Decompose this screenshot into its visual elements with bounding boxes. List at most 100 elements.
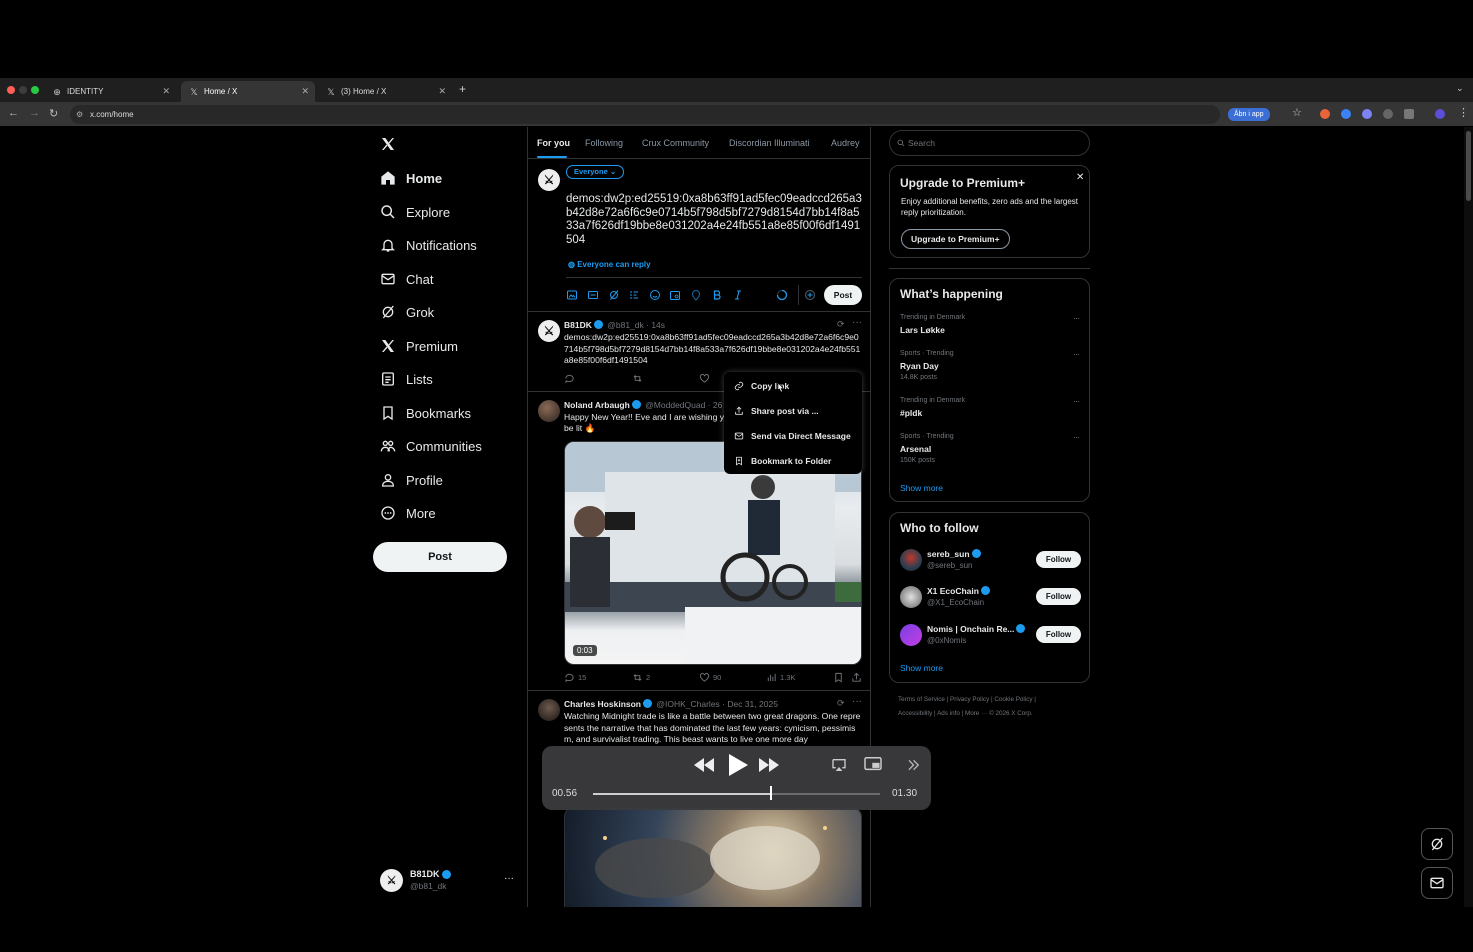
nav-bookmarks[interactable]: Bookmarks: [380, 398, 471, 428]
tab-crux-community[interactable]: Crux Community: [642, 138, 709, 148]
trend-more-icon[interactable]: ···: [1073, 396, 1080, 406]
reply-button[interactable]: [564, 373, 578, 384]
audience-selector[interactable]: Everyone ⌄: [566, 165, 625, 179]
post-author[interactable]: B81DK: [564, 320, 592, 330]
footer-links[interactable]: Terms of Service | Privacy Policy | Cook…: [898, 696, 1036, 703]
post-author[interactable]: Charles Hoskinson: [564, 699, 641, 709]
nav-home[interactable]: Home: [380, 163, 442, 193]
post-handle[interactable]: @ModdedQuad · 26: [645, 400, 722, 410]
trend-more-icon[interactable]: ···: [1073, 313, 1080, 323]
show-more-follow-link[interactable]: Show more: [900, 663, 943, 673]
open-in-app-button[interactable]: Åbn i app: [1228, 108, 1270, 121]
bookmark-to-folder-menu-item[interactable]: Bookmark to Folder: [724, 448, 862, 473]
new-tab-button[interactable]: +: [459, 82, 466, 96]
reply-button[interactable]: 15: [564, 672, 586, 683]
chevron-right-double-icon[interactable]: [906, 758, 920, 772]
fast-forward-icon[interactable]: [759, 758, 779, 772]
browser-tab-home[interactable]: 𝕏 Home / X ✕: [181, 81, 315, 102]
close-window-button[interactable]: [7, 86, 15, 94]
nav-chat[interactable]: Chat: [380, 264, 433, 294]
share-button[interactable]: [851, 672, 865, 683]
browser-tab-home-3[interactable]: 𝕏 (3) Home / X ✕: [318, 81, 452, 102]
x-logo-icon[interactable]: [380, 136, 396, 152]
extension-icon[interactable]: [1320, 109, 1330, 119]
account-more-icon[interactable]: ···: [504, 873, 514, 884]
trend-more-icon[interactable]: ···: [1073, 349, 1080, 359]
tab-following[interactable]: Following: [585, 138, 623, 148]
nav-lists[interactable]: Lists: [380, 364, 433, 394]
follow-button[interactable]: Follow: [1036, 626, 1081, 643]
close-icon[interactable]: ✕: [1076, 172, 1084, 183]
poll-icon[interactable]: [628, 289, 640, 301]
trend-more-icon[interactable]: ···: [1073, 432, 1080, 442]
page-scrollbar[interactable]: [1464, 127, 1473, 907]
extension-icon[interactable]: [1341, 109, 1351, 119]
grok-float-button[interactable]: [1421, 828, 1453, 860]
grok-icon[interactable]: ⟳: [837, 698, 845, 709]
account-switcher[interactable]: ⚔ B81DK @b81_dk ···: [380, 867, 520, 897]
send-direct-message-menu-item[interactable]: Send via Direct Message: [724, 423, 862, 448]
maximize-window-button[interactable]: [31, 86, 39, 94]
seek-bar[interactable]: [593, 793, 880, 795]
show-more-trends-link[interactable]: Show more: [900, 483, 943, 493]
post-handle[interactable]: @b81_dk · 14s: [607, 320, 665, 330]
post-author[interactable]: Noland Arbaugh: [564, 400, 630, 410]
emoji-icon[interactable]: [649, 289, 661, 301]
post-image[interactable]: [564, 807, 862, 907]
post-video[interactable]: 0:03: [564, 441, 862, 665]
post-more-icon[interactable]: ···: [852, 317, 862, 328]
site-info-icon[interactable]: ⚙: [76, 105, 83, 124]
italic-icon[interactable]: [732, 289, 744, 301]
nav-premium[interactable]: Premium: [380, 331, 458, 361]
nav-grok[interactable]: Grok: [380, 297, 434, 327]
tab-search-chevron-icon[interactable]: ⌄: [1456, 83, 1464, 94]
follow-button[interactable]: Follow: [1036, 588, 1081, 605]
nav-notifications[interactable]: Notifications: [380, 230, 477, 260]
post-more-icon[interactable]: ···: [852, 696, 862, 707]
nav-more[interactable]: More: [380, 498, 436, 528]
share-post-via-menu-item[interactable]: Share post via ...: [724, 398, 862, 423]
grok-icon[interactable]: [608, 289, 620, 301]
post-button[interactable]: Post: [373, 542, 507, 572]
scrollbar-thumb[interactable]: [1466, 131, 1471, 201]
repost-button[interactable]: 2: [632, 672, 650, 683]
puzzle-icon[interactable]: [1404, 109, 1414, 119]
close-tab-icon[interactable]: ✕: [162, 86, 170, 97]
grok-icon[interactable]: ⟳: [837, 319, 845, 330]
avatar[interactable]: [538, 699, 560, 721]
bookmark-button[interactable]: [833, 672, 847, 683]
browser-tab-identity[interactable]: ⊕ IDENTITY ✕: [44, 81, 176, 102]
forward-arrow-icon[interactable]: →: [29, 107, 40, 119]
schedule-icon[interactable]: [669, 289, 681, 301]
play-icon[interactable]: [728, 754, 748, 776]
nav-profile[interactable]: Profile: [380, 465, 443, 495]
like-button[interactable]: 90: [699, 672, 721, 683]
nav-explore[interactable]: Explore: [380, 197, 450, 227]
close-tab-icon[interactable]: ✕: [438, 86, 446, 97]
image-icon[interactable]: [566, 289, 578, 301]
post-handle[interactable]: @IOHK_Charles · Dec 31, 2025: [656, 699, 778, 709]
seek-handle[interactable]: [769, 786, 772, 800]
star-icon[interactable]: ☆: [1292, 106, 1302, 119]
extension-icon[interactable]: [1383, 109, 1393, 119]
airplay-icon[interactable]: [831, 757, 847, 773]
rewind-icon[interactable]: [694, 758, 714, 772]
reply-setting-button[interactable]: ◍ Everyone can reply: [568, 260, 651, 269]
tab-discordian-illuminati[interactable]: Discordian Illuminati: [729, 138, 810, 148]
nav-communities[interactable]: Communities: [380, 431, 482, 461]
reload-icon[interactable]: ↻: [49, 107, 58, 120]
tab-audrey[interactable]: Audrey: [831, 138, 860, 148]
close-tab-icon[interactable]: ✕: [301, 86, 309, 97]
compose-textarea[interactable]: demos:dw2p:ed25519:0xa8b63ff91ad5fec09ea…: [566, 193, 862, 247]
location-icon[interactable]: [690, 289, 702, 301]
avatar[interactable]: ⚔: [538, 320, 560, 342]
gif-icon[interactable]: [587, 289, 599, 301]
repost-button[interactable]: [632, 373, 646, 384]
extension-icon[interactable]: [1362, 109, 1372, 119]
compose-post-button[interactable]: Post: [824, 285, 862, 305]
tab-for-you[interactable]: For you: [537, 138, 570, 148]
picture-in-picture-icon[interactable]: [864, 757, 882, 773]
upgrade-premium-button[interactable]: Upgrade to Premium+: [901, 229, 1010, 249]
avatar[interactable]: [538, 400, 560, 422]
bold-icon[interactable]: [711, 289, 723, 301]
